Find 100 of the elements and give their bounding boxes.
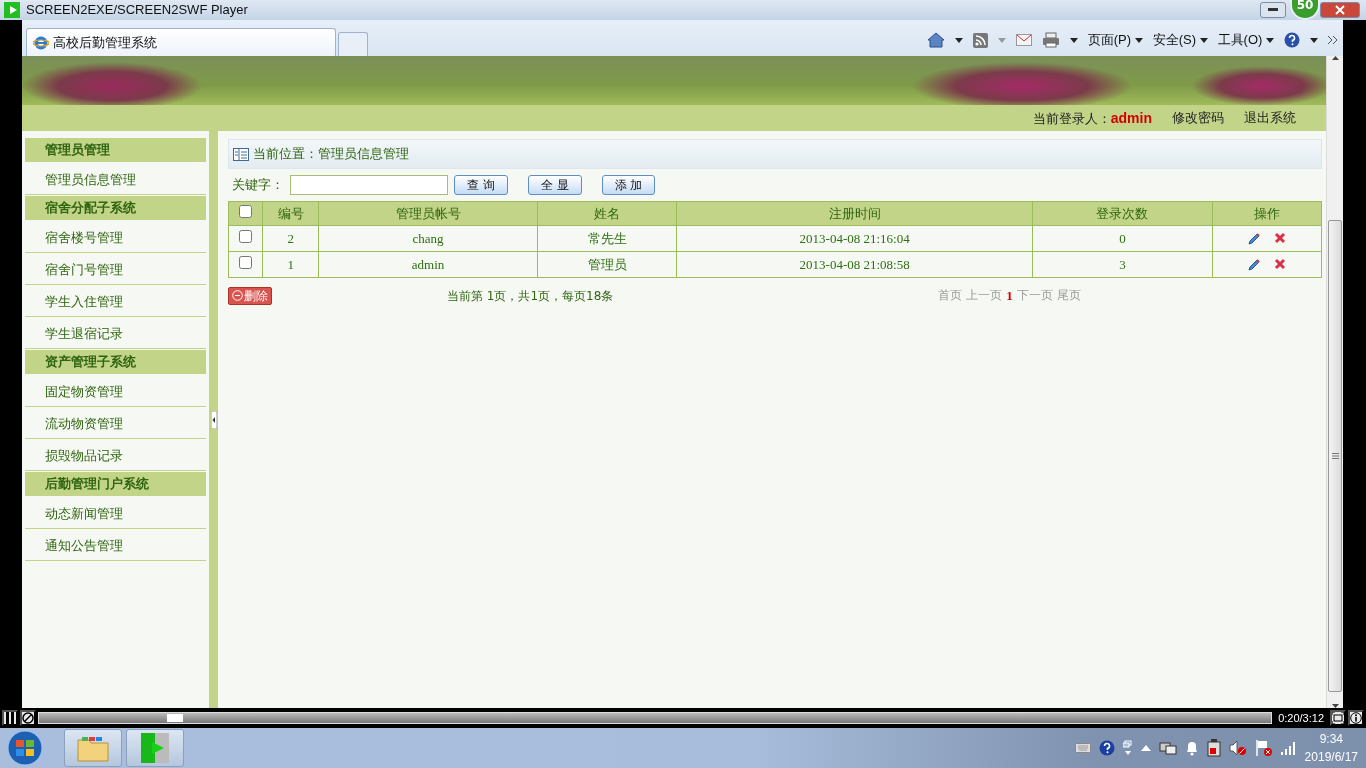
panel-icon: [233, 147, 249, 161]
grip-icon: [1331, 453, 1339, 459]
vertical-scrollbar[interactable]: [1326, 56, 1343, 708]
bell-icon[interactable]: [1184, 740, 1199, 756]
browser-tab[interactable]: 高校后勤管理系统: [26, 28, 336, 56]
action-button[interactable]: 添 加: [601, 175, 656, 195]
sidebar-item[interactable]: 固定物资管理: [25, 375, 206, 407]
sidebar-item[interactable]: 学生退宿记录: [25, 317, 206, 349]
table-cell: 管理员: [537, 251, 677, 278]
column-header: 登录次数: [1032, 201, 1213, 226]
progress-thumb[interactable]: [166, 714, 183, 722]
help-icon[interactable]: [1284, 32, 1300, 48]
flag-icon[interactable]: [1254, 739, 1273, 757]
windows-stack-icon[interactable]: [1122, 740, 1133, 756]
signal-icon[interactable]: [1280, 741, 1297, 755]
caret-icon: [1134, 38, 1143, 44]
table-cell: 2013-04-08 21:08:58: [676, 251, 1033, 278]
caret-icon[interactable]: [1310, 37, 1318, 43]
tab-title: 高校后勤管理系统: [53, 33, 157, 52]
help-icon[interactable]: [1098, 740, 1115, 756]
select-all-checkbox[interactable]: [239, 204, 253, 218]
pager-link[interactable]: 1: [1006, 286, 1013, 306]
keyboard-icon[interactable]: [1074, 743, 1091, 753]
pause-icon: [5, 712, 15, 724]
browser-icon: [33, 34, 49, 51]
arrow-down-icon: [1331, 704, 1339, 708]
row-checkbox[interactable]: [239, 255, 253, 269]
arrow-up-icon: [1331, 56, 1339, 60]
keyword-field[interactable]: [290, 175, 448, 195]
close-button[interactable]: [1320, 2, 1360, 18]
minimize-icon: [1268, 8, 1278, 12]
battery-icon[interactable]: [1206, 739, 1221, 757]
pencil-icon[interactable]: [1247, 231, 1262, 246]
collapse-handle-icon[interactable]: [211, 410, 217, 429]
info-button[interactable]: [1348, 710, 1364, 726]
breadcrumb: 当前位置：管理员信息管理: [253, 145, 409, 164]
player-app-icon: [141, 733, 169, 763]
pause-button[interactable]: [2, 710, 18, 726]
network-icon[interactable]: [1158, 740, 1177, 756]
login-info: 当前登录人：admin: [1032, 108, 1152, 128]
table-cell: 0: [1032, 225, 1213, 252]
table-cell: 2: [262, 225, 319, 252]
start-button-icon[interactable]: [4, 729, 46, 767]
arrow-up-icon[interactable]: [1140, 745, 1151, 751]
table-cell: 2013-04-08 21:16:04: [676, 225, 1033, 252]
caret-icon[interactable]: [1069, 37, 1078, 43]
toolbar-menu[interactable]: 工具(O): [1217, 30, 1274, 50]
pencil-icon[interactable]: [1247, 257, 1262, 272]
home-icon[interactable]: [926, 32, 945, 48]
delete-button[interactable]: 删除: [228, 286, 272, 305]
taskbar-button[interactable]: [64, 729, 122, 767]
stop-button[interactable]: [20, 710, 36, 726]
toolbar-menu[interactable]: 安全(S): [1152, 30, 1208, 50]
sidebar-group-title: 宿舍分配子系统: [25, 196, 206, 220]
caret-icon: [1266, 38, 1274, 44]
caret-icon[interactable]: [954, 37, 963, 43]
delete-icon[interactable]: [1274, 231, 1287, 244]
chevron-icon[interactable]: [1328, 36, 1337, 44]
fullscreen-icon: [1332, 712, 1344, 724]
table-cell: chang: [318, 225, 538, 252]
sidebar-item[interactable]: 宿舍楼号管理: [25, 221, 206, 253]
sidebar-item[interactable]: 管理员信息管理: [25, 163, 206, 195]
progress-track[interactable]: [38, 712, 1273, 724]
table-cell: 1: [262, 251, 319, 278]
clock-time: 9:34: [1318, 731, 1344, 748]
sidebar-item[interactable]: 损毁物品记录: [25, 439, 206, 471]
mail-icon[interactable]: [1015, 34, 1032, 46]
header-link[interactable]: 修改密码: [1172, 108, 1224, 128]
column-header: 操作: [1212, 201, 1322, 226]
column-header: 编号: [262, 201, 319, 226]
header-link[interactable]: 退出系统: [1244, 108, 1296, 128]
minimize-button[interactable]: [1260, 2, 1286, 18]
folder-icon: [77, 734, 109, 762]
fullscreen-button[interactable]: [1330, 710, 1346, 726]
printer-icon[interactable]: [1041, 32, 1060, 48]
sidebar-item[interactable]: 宿舍门号管理: [25, 253, 206, 285]
row-checkbox[interactable]: [239, 229, 253, 243]
table-cell: admin: [318, 251, 538, 278]
info-icon: [1350, 712, 1362, 724]
feed-icon[interactable]: [972, 32, 988, 48]
delete-icon[interactable]: [1274, 257, 1287, 270]
column-header: 姓名: [537, 201, 677, 226]
sidebar-item[interactable]: 流动物资管理: [25, 407, 206, 439]
window-title: SCREEN2EXE/SCREEN2SWF Player: [26, 1, 248, 20]
keyword-label: 关键字：: [232, 176, 284, 195]
sidebar-item[interactable]: 通知公告管理: [25, 529, 206, 561]
table-cell: 3: [1032, 251, 1213, 278]
action-button[interactable]: 查 询: [454, 175, 508, 195]
sidebar-group-title: 后勤管理门户系统: [25, 472, 206, 496]
slashed-circle-icon: [22, 712, 34, 724]
app-logo-icon: [4, 2, 20, 18]
clock-date: 2019/6/17: [1304, 749, 1358, 766]
action-button[interactable]: 全 显: [527, 175, 582, 195]
column-header: 管理员帐号: [318, 201, 538, 226]
counter-badge: 50: [1290, 0, 1320, 20]
toolbar-menu[interactable]: 页面(P): [1087, 30, 1143, 50]
sidebar-item[interactable]: 学生入住管理: [25, 285, 206, 317]
close-icon: [1335, 5, 1345, 15]
muted-speaker-icon[interactable]: [1228, 740, 1247, 756]
sidebar-item[interactable]: 动态新闻管理: [25, 497, 206, 529]
